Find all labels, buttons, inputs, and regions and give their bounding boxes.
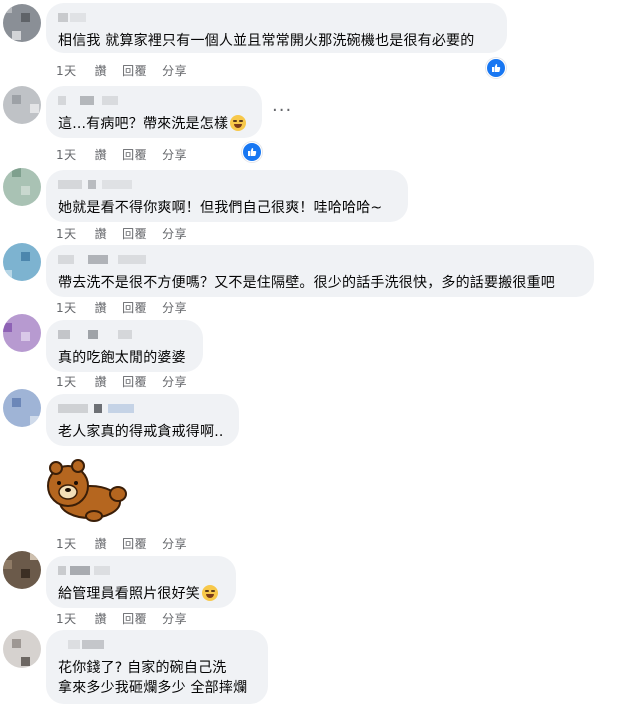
commenter-name-blurred[interactable] [58, 94, 250, 108]
reply-link[interactable]: 回覆 [122, 535, 147, 552]
avatar[interactable] [3, 4, 41, 42]
grinning-squinting-face-icon [230, 115, 247, 131]
share-link[interactable]: 分享 [162, 62, 187, 79]
share-link[interactable]: 分享 [162, 299, 187, 316]
comment-time: 1天 [56, 301, 77, 315]
comment-actions: 1天 讚 回覆 分享 [56, 146, 202, 163]
comment-time: 1天 [56, 227, 77, 241]
share-link[interactable]: 分享 [162, 373, 187, 390]
reply-link[interactable]: 回覆 [122, 610, 147, 627]
like-link[interactable]: 讚 [95, 535, 108, 552]
like-link[interactable]: 讚 [95, 225, 108, 242]
like-link[interactable]: 讚 [95, 299, 108, 316]
commenter-name-blurred[interactable] [58, 402, 227, 416]
comment-time: 1天 [56, 612, 77, 626]
comment-actions: 1天 讚 回覆 分享 [56, 535, 202, 552]
commenter-name-blurred[interactable] [58, 253, 582, 267]
avatar[interactable] [3, 168, 41, 206]
comment-time: 1天 [56, 537, 77, 551]
avatar[interactable] [3, 314, 41, 352]
comment-text: 花你錢了? 自家的碗自己洗 拿來多少我砸爛多少 全部摔爛 [58, 660, 248, 696]
comment-text: 她就是看不得你爽啊！但我們自己很爽！哇哈哈哈~ [58, 200, 383, 216]
comment-actions: 1天 讚 回覆 分享 [56, 62, 202, 79]
comment-time: 1天 [56, 148, 77, 162]
comment-text: 真的吃飽太閒的婆婆 [58, 350, 186, 366]
share-link[interactable]: 分享 [162, 610, 187, 627]
reply-link[interactable]: 回覆 [122, 299, 147, 316]
avatar[interactable] [3, 551, 41, 589]
rilakkuma-bear-lying-sticker [47, 459, 127, 522]
more-options-icon[interactable]: ··· [272, 100, 292, 121]
comment-bubble: 給管理員看照片很好笑 [46, 556, 236, 608]
reply-link[interactable]: 回覆 [122, 62, 147, 79]
comment-time: 1天 [56, 64, 77, 78]
share-link[interactable]: 分享 [162, 225, 187, 242]
grinning-squinting-face-icon [202, 585, 218, 601]
like-link[interactable]: 讚 [95, 62, 108, 79]
comment-text: 這...有病吧？帶來洗是怎樣 [58, 114, 250, 134]
comment-text: 相信我 就算家裡只有一個人並且常常開火那洗碗機也是很有必要的 [58, 33, 475, 49]
comment-bubble: 老人家真的得戒貪戒得啊.. [46, 394, 239, 446]
avatar[interactable] [3, 389, 41, 427]
commenter-name-blurred[interactable] [58, 564, 224, 578]
comment-actions: 1天 讚 回覆 分享 [56, 299, 202, 316]
like-link[interactable]: 讚 [95, 373, 108, 390]
comment-bubble: 這...有病吧？帶來洗是怎樣 [46, 86, 262, 138]
comment-bubble: 帶去洗不是很不方便嗎？又不是住隔壁。很少的話手洗很快，多的話要搬很重吧 [46, 245, 594, 297]
comment-text: 給管理員看照片很好笑 [58, 584, 224, 604]
avatar[interactable] [3, 86, 41, 124]
commenter-name-blurred[interactable] [58, 178, 396, 192]
comment-actions: 1天 讚 回覆 分享 [56, 373, 202, 390]
comment-text: 帶去洗不是很不方便嗎？又不是住隔壁。很少的話手洗很快，多的話要搬很重吧 [58, 275, 555, 291]
share-link[interactable]: 分享 [162, 535, 187, 552]
comment-bubble: 相信我 就算家裡只有一個人並且常常開火那洗碗機也是很有必要的 [46, 3, 507, 53]
reply-link[interactable]: 回覆 [122, 146, 147, 163]
reply-link[interactable]: 回覆 [122, 373, 147, 390]
commenter-name-blurred[interactable] [58, 328, 191, 342]
like-reaction-icon[interactable] [486, 58, 506, 78]
share-link[interactable]: 分享 [162, 146, 187, 163]
avatar[interactable] [3, 243, 41, 281]
comment-actions: 1天 讚 回覆 分享 [56, 225, 202, 242]
comment-time: 1天 [56, 375, 77, 389]
comment-bubble: 真的吃飽太閒的婆婆 [46, 320, 203, 372]
commenter-name-blurred[interactable] [58, 638, 256, 652]
like-reaction-icon[interactable] [242, 142, 262, 162]
avatar[interactable] [3, 630, 41, 668]
comment-bubble: 花你錢了? 自家的碗自己洗 拿來多少我砸爛多少 全部摔爛 [46, 630, 268, 704]
commenter-name-blurred[interactable] [58, 11, 495, 25]
comment-bubble: 她就是看不得你爽啊！但我們自己很爽！哇哈哈哈~ [46, 170, 408, 222]
like-link[interactable]: 讚 [95, 146, 108, 163]
reply-link[interactable]: 回覆 [122, 225, 147, 242]
comment-text: 老人家真的得戒貪戒得啊.. [58, 424, 224, 440]
comment-actions: 1天 讚 回覆 分享 [56, 610, 202, 627]
like-link[interactable]: 讚 [95, 610, 108, 627]
